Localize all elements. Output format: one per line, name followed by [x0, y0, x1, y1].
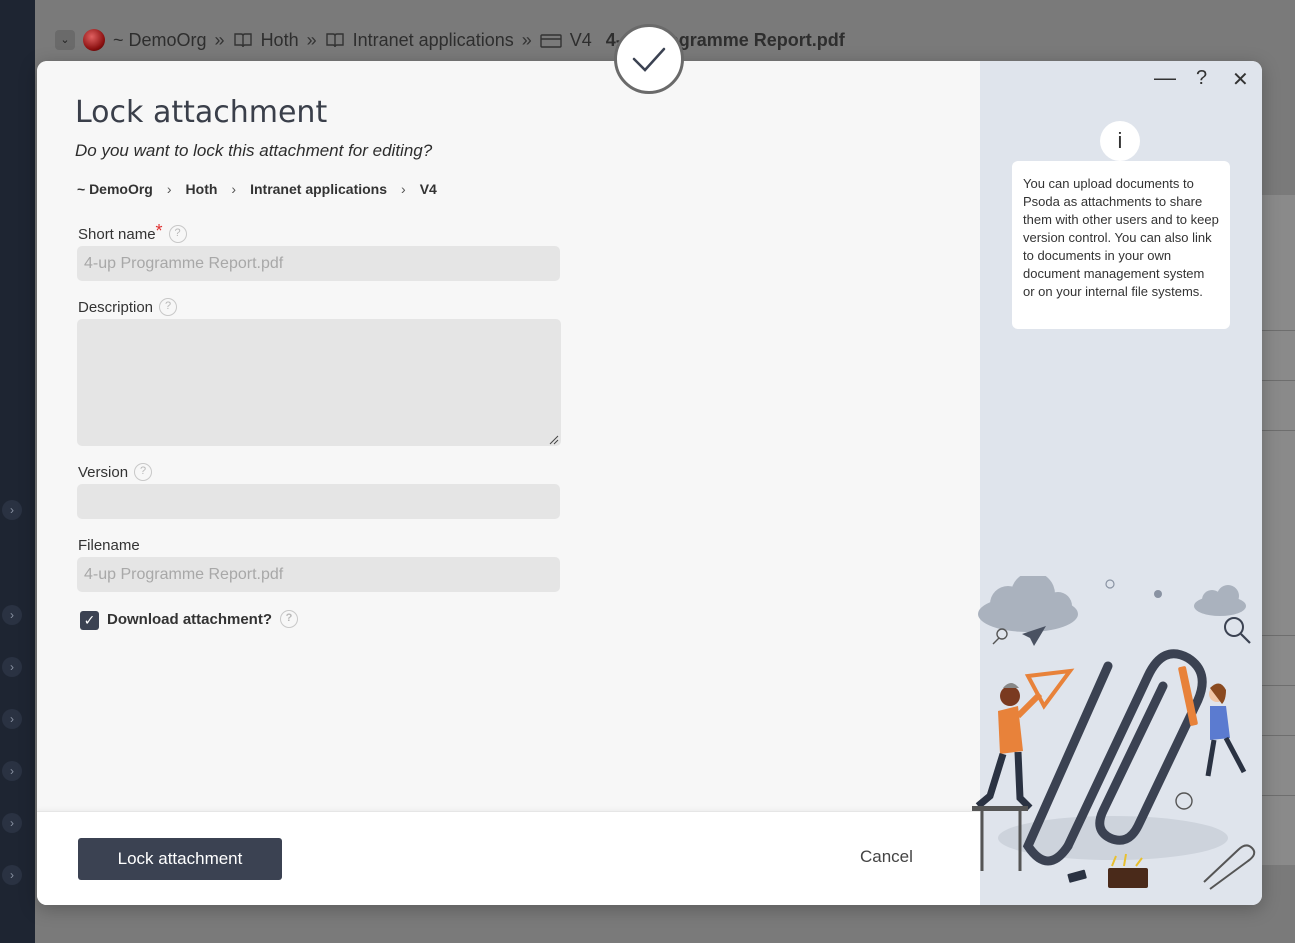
chevron-right-icon[interactable]: ›: [2, 605, 22, 625]
description-label: Description ?: [78, 298, 178, 316]
short-name-label: Short name * ?: [78, 221, 187, 243]
breadcrumb-item[interactable]: ~ DemoOrg: [77, 181, 153, 197]
filename-field[interactable]: 4-up Programme Report.pdf: [77, 557, 560, 592]
short-name-field[interactable]: 4-up Programme Report.pdf: [77, 246, 560, 281]
short-name-label-text: Short name: [78, 225, 156, 243]
book-icon: [233, 33, 252, 48]
required-marker: *: [155, 220, 163, 241]
cancel-button[interactable]: Cancel: [860, 847, 913, 867]
description-textarea[interactable]: [77, 319, 561, 446]
breadcrumb-v4[interactable]: V4: [570, 30, 592, 51]
chevron-right-icon[interactable]: ›: [2, 865, 22, 885]
book-icon: [325, 33, 344, 48]
breadcrumb-item[interactable]: V4: [420, 181, 437, 197]
lock-attachment-button[interactable]: Lock attachment: [78, 838, 282, 880]
version-label-text: Version: [78, 463, 129, 481]
help-icon[interactable]: ?: [159, 298, 178, 316]
breadcrumb-separator-icon: »: [214, 29, 225, 50]
dialog-subtitle: Do you want to lock this attachment for …: [75, 141, 433, 160]
close-icon[interactable]: ✕: [1232, 67, 1249, 92]
version-label: Version ?: [78, 463, 153, 481]
help-panel: — ? ✕ You can upload documents to Psoda …: [972, 61, 1262, 905]
chevron-right-icon: ›: [166, 181, 172, 197]
breadcrumb-item[interactable]: Hoth: [186, 181, 218, 197]
chevron-right-icon[interactable]: ›: [2, 657, 22, 677]
background-breadcrumb: ⌄ ~ DemoOrg » Hoth » Intranet applicatio…: [55, 26, 845, 54]
chevron-right-icon: ›: [231, 181, 237, 197]
help-icon[interactable]: ?: [168, 225, 187, 243]
dialog-form-area: Lock attachment Do you want to lock this…: [37, 61, 980, 905]
breadcrumb-hoth[interactable]: Hoth: [261, 30, 299, 51]
success-check-badge: [614, 24, 684, 94]
chevron-right-icon[interactable]: ›: [2, 709, 22, 729]
chevron-right-icon[interactable]: ›: [2, 761, 22, 781]
chevron-right-icon: ›: [401, 181, 406, 197]
info-icon: i: [1100, 121, 1140, 161]
help-icon[interactable]: ?: [134, 463, 153, 481]
minimize-icon[interactable]: —: [1154, 65, 1176, 91]
breadcrumb-org[interactable]: ~ DemoOrg: [113, 30, 207, 51]
background-sidebar: › › › › › › ›: [0, 0, 35, 943]
version-field[interactable]: [77, 484, 560, 519]
download-attachment-checkbox[interactable]: ✓: [80, 611, 99, 630]
lock-attachment-dialog: Lock attachment Do you want to lock this…: [37, 61, 1262, 905]
help-icon[interactable]: ?: [280, 610, 299, 628]
download-attachment-label-text[interactable]: Download attachment?: [107, 611, 272, 628]
org-avatar: [83, 29, 105, 51]
chevron-down-icon[interactable]: ⌄: [55, 30, 75, 50]
help-button-icon[interactable]: ?: [1196, 67, 1207, 90]
breadcrumb-intranet[interactable]: Intranet applications: [353, 30, 514, 51]
download-attachment-label: Download attachment? ?: [107, 610, 299, 628]
breadcrumb: ~ DemoOrg › Hoth › Intranet applications…: [77, 181, 437, 197]
dialog-title: Lock attachment: [75, 95, 328, 130]
filename-label: Filename: [78, 537, 140, 554]
filename-label-text: Filename: [78, 537, 140, 554]
check-icon: [632, 47, 666, 72]
chevron-right-icon[interactable]: ›: [2, 500, 22, 520]
calendar-icon: [540, 34, 562, 48]
chevron-right-icon[interactable]: ›: [2, 813, 22, 833]
resize-grip-icon[interactable]: [549, 435, 559, 445]
info-bubble: You can upload documents to Psoda as att…: [1012, 161, 1230, 329]
description-label-text: Description: [78, 298, 154, 316]
breadcrumb-separator-icon: »: [306, 29, 317, 50]
breadcrumb-separator-icon: »: [521, 29, 532, 50]
breadcrumb-item[interactable]: Intranet applications: [250, 181, 387, 197]
paperclip-illustration: [972, 576, 1256, 890]
